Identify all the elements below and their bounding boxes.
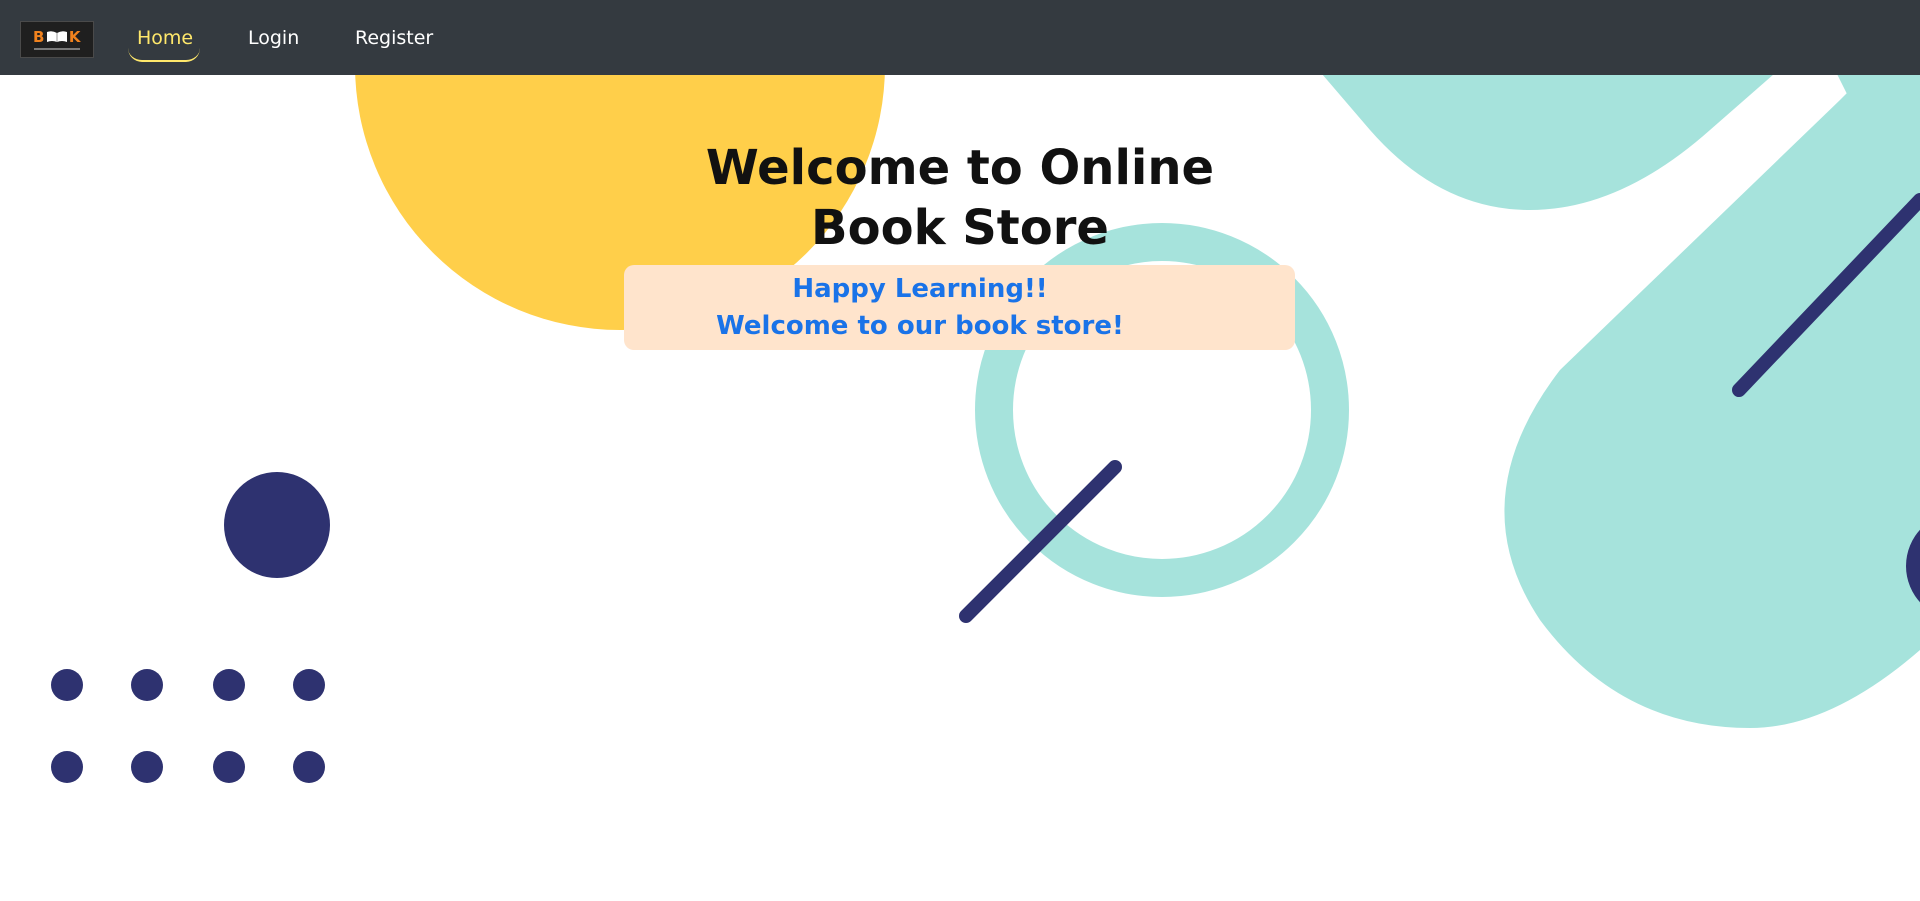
decorative-background xyxy=(51,0,1920,783)
page-title-line-2: Book Store xyxy=(811,200,1109,257)
open-book-icon xyxy=(46,30,68,46)
dot xyxy=(293,669,325,701)
book-store-logo[interactable]: B K xyxy=(20,21,94,58)
dot xyxy=(293,751,325,783)
logo-tagline-bar xyxy=(34,47,80,50)
logo-text: B K xyxy=(32,28,82,46)
top-navbar: B K Home Login Register xyxy=(0,0,1920,75)
page-title: Welcome to Online Book Store xyxy=(660,138,1260,258)
page-title-line-1: Welcome to Online xyxy=(705,140,1215,197)
home-page: B K Home Login Register Welcome to Onlin… xyxy=(0,0,1920,901)
navy-line-center-shape xyxy=(959,460,1122,623)
welcome-message-box: Happy Learning!! Welcome to our book sto… xyxy=(624,265,1295,350)
dot xyxy=(213,751,245,783)
dot xyxy=(131,669,163,701)
dot xyxy=(51,751,83,783)
nav-register-link[interactable]: Register xyxy=(355,27,433,49)
navy-dot-grid-shape xyxy=(51,669,325,783)
welcome-line-book-store: Welcome to our book store! xyxy=(716,311,1124,341)
navy-circle-left-shape xyxy=(224,472,330,578)
active-nav-underline xyxy=(128,44,200,62)
nav-login-link[interactable]: Login xyxy=(248,27,299,49)
teal-top-blob-shape xyxy=(1310,60,1790,210)
dot xyxy=(213,669,245,701)
welcome-line-happy-learning: Happy Learning!! xyxy=(792,274,1048,304)
dot xyxy=(51,669,83,701)
dot xyxy=(131,751,163,783)
